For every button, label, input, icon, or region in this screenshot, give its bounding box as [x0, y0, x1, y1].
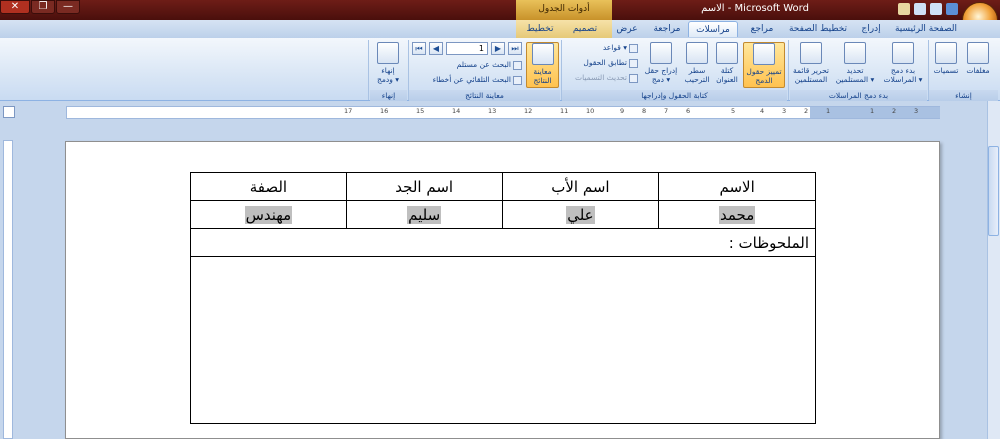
next-record-button[interactable]: ▶	[491, 42, 505, 55]
merge-field-value: علي	[566, 205, 595, 224]
ribbon-tab-strip	[0, 20, 1000, 38]
record-number-input[interactable]: 1	[446, 42, 488, 55]
edit-list-icon	[800, 42, 822, 64]
table-header-cell[interactable]: الصفة	[190, 172, 347, 201]
qat-redo-icon[interactable]	[914, 3, 926, 15]
last-record-button[interactable]: ⏭	[508, 42, 522, 55]
minimize-button[interactable]: —	[56, 0, 80, 14]
table-row: محمد علي سليم مهندس	[190, 200, 816, 229]
tab-page-layout[interactable]: تخطيط الصفحة	[786, 21, 850, 37]
restore-button[interactable]: ❐	[31, 0, 55, 14]
previous-record-button[interactable]: ◀	[429, 42, 443, 55]
table-header-row: الاسم اسم الأب اسم الجد الصفة	[190, 172, 816, 201]
window-title: الاسم - Microsoft Word	[701, 3, 809, 14]
greeting-line-button[interactable]: سطر الترحيب	[682, 42, 712, 88]
next-record-icon: ▶	[494, 44, 502, 53]
address-block-button[interactable]: كتلة العنوان	[712, 42, 742, 88]
notes-label-cell[interactable]: الملحوظات :	[190, 228, 816, 257]
highlight-merge-fields-button[interactable]: تمييز حقول الدمج	[743, 42, 785, 88]
finish-merge-button[interactable]: إنهاء ودمج ▾	[370, 42, 406, 88]
check-errors-icon	[513, 75, 522, 85]
scrollbar-thumb[interactable]	[988, 146, 999, 236]
match-fields-icon	[629, 58, 638, 68]
rules-icon	[629, 43, 638, 53]
group-divider	[561, 40, 562, 100]
envelopes-button[interactable]: مغلفات	[960, 42, 996, 88]
highlight-fields-icon	[753, 43, 775, 65]
merge-field-value: مهندس	[244, 205, 293, 224]
qat-customize-icon[interactable]	[898, 3, 910, 15]
find-recipient-icon	[513, 60, 522, 70]
labels-icon	[935, 42, 957, 64]
minimize-icon: —	[63, 1, 73, 12]
group-divider	[928, 40, 929, 100]
notes-body-row	[190, 256, 816, 424]
group-label-create: إنشاء	[929, 90, 998, 101]
finish-merge-icon	[377, 42, 399, 64]
table-cell[interactable]: مهندس	[190, 200, 347, 229]
table-header-cell[interactable]: اسم الأب	[501, 172, 660, 201]
start-merge-button[interactable]: بدء دمج المراسلات ▾	[880, 42, 926, 88]
tab-design[interactable]: تصميم	[564, 21, 606, 37]
insert-merge-field-button[interactable]: إدراج حقل دمج ▾	[640, 42, 682, 88]
context-tab-group-label: أدوات الجدول	[538, 4, 590, 14]
merge-field-value: محمد	[719, 205, 756, 224]
find-recipient-button[interactable]: البحث عن مستلم	[412, 59, 522, 71]
tab-layout[interactable]: تخطيط	[520, 21, 560, 37]
group-divider	[368, 40, 369, 100]
edit-recipient-list-button[interactable]: تحرير قائمة المستلمين	[790, 42, 832, 88]
document-merge-icon	[892, 42, 914, 64]
notes-body-cell[interactable]	[190, 256, 816, 424]
qat-save-icon[interactable]	[946, 3, 958, 15]
greeting-line-icon	[686, 42, 708, 64]
first-record-icon: ⏮	[415, 44, 423, 53]
merge-field-value: سليم	[407, 205, 442, 224]
table-header-cell[interactable]: اسم الجد	[345, 172, 503, 201]
insert-field-icon	[650, 42, 672, 64]
tab-insert[interactable]: إدراج	[853, 21, 889, 37]
recipients-icon	[844, 42, 866, 64]
table-cell[interactable]: محمد	[658, 200, 816, 229]
table-cell[interactable]: علي	[501, 200, 660, 229]
labels-button[interactable]: تسميات	[930, 42, 962, 88]
last-record-icon: ⏭	[511, 44, 519, 53]
tab-view[interactable]: عرض	[610, 21, 644, 37]
select-recipients-button[interactable]: تحديد المستلمين ▾	[832, 42, 878, 88]
close-icon: ✕	[10, 1, 20, 12]
qat-undo-icon[interactable]	[930, 3, 942, 15]
tab-mailings[interactable]: مراسلات	[688, 21, 738, 37]
restore-icon: ❐	[38, 1, 48, 12]
first-record-button[interactable]: ⏮	[412, 42, 426, 55]
close-button[interactable]: ✕	[0, 0, 30, 14]
group-divider	[788, 40, 789, 100]
update-labels-button[interactable]: تحديث التسميات	[564, 72, 638, 84]
group-label-preview: معاينة النتائج	[409, 90, 560, 101]
notes-label-row: الملحوظات :	[190, 228, 816, 257]
address-block-icon	[716, 42, 738, 64]
table-header-cell[interactable]: الاسم	[658, 172, 816, 201]
document-table[interactable]: الاسم اسم الأب اسم الجد الصفة محمد علي س…	[190, 172, 816, 424]
preview-results-icon	[531, 43, 554, 65]
vertical-ruler[interactable]	[3, 140, 13, 439]
group-divider	[408, 40, 409, 100]
ruler-numbers: 3 2 1 1 2 3 4 5 6 7 8 9 10 11 12 13 14 1…	[344, 107, 919, 115]
rules-button[interactable]: قواعد ▾	[574, 42, 638, 54]
previous-record-icon: ◀	[432, 44, 440, 53]
match-fields-button[interactable]: تطابق الحقول	[564, 57, 638, 69]
title-bar	[0, 0, 1000, 20]
auto-check-errors-button[interactable]: البحث التلقائي عن أخطاء	[410, 74, 522, 86]
tab-home[interactable]: الصفحة الرئيسية	[893, 21, 959, 37]
table-cell[interactable]: سليم	[345, 200, 503, 229]
group-label-finish: إنهاء	[370, 90, 407, 101]
tab-stop-selector[interactable]	[3, 106, 15, 118]
tab-references[interactable]: مراجع	[742, 21, 782, 37]
update-labels-icon	[629, 73, 638, 83]
group-label-start-merge: بدء دمج المراسلات	[790, 90, 927, 101]
group-label-write-insert: كتابة الحقول وإدراجها	[562, 90, 787, 101]
preview-results-button[interactable]: معاينة النتائج	[526, 42, 559, 88]
tab-review[interactable]: مراجعة	[648, 21, 686, 37]
envelope-icon	[967, 42, 989, 64]
